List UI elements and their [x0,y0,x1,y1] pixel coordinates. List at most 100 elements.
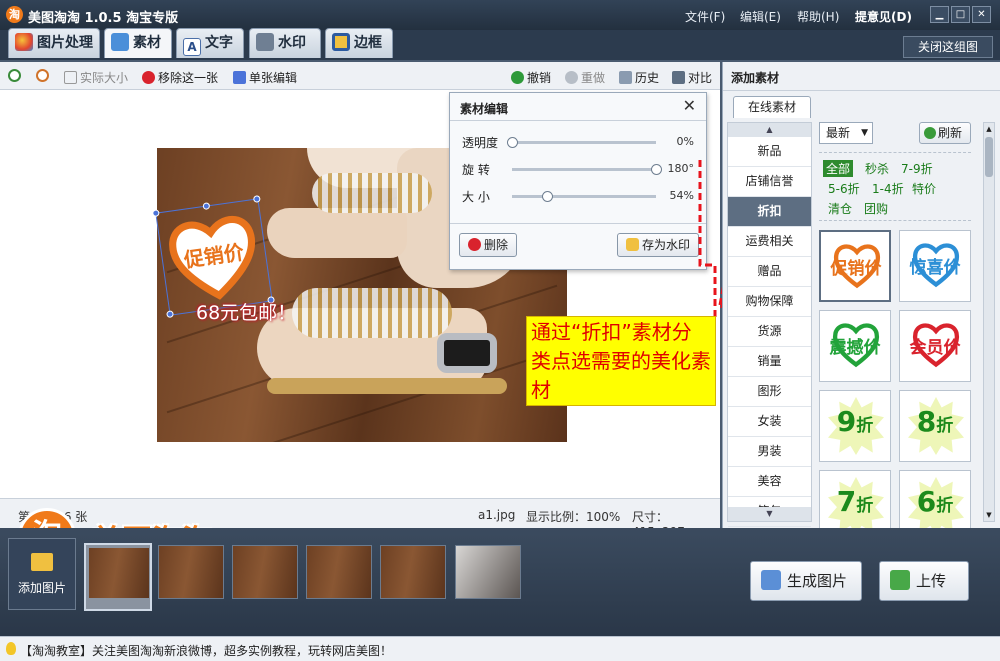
category-item[interactable]: 购物保障 [728,287,811,317]
scroll-up-icon[interactable]: ▲ [728,123,811,137]
compare-button[interactable]: 对比 [672,69,712,86]
scroll-down-icon[interactable]: ▼ [728,507,811,521]
tab-text[interactable]: A 文字 [176,28,244,58]
category-list: ▲ 新品店铺信誉折扣运费相关赠品购物保障货源销量图形女装男装美容箱包 ▼ [727,122,812,527]
category-item[interactable]: 美容 [728,467,811,497]
category-item[interactable]: 店铺信誉 [728,167,811,197]
slider-knob[interactable] [651,164,662,175]
sticker-word: 促销价 [830,259,882,279]
category-item[interactable]: 男装 [728,437,811,467]
upload-button[interactable]: 上传 [879,561,969,601]
redo-button[interactable]: 重做 [565,69,605,86]
promo-text-overlay[interactable]: 68元包邮！ [196,298,296,325]
thumbnail[interactable] [455,545,521,599]
tab-border[interactable]: 边框 [325,28,393,58]
delete-button[interactable]: 删除 [459,233,518,257]
thumbnail[interactable] [158,545,224,599]
category-item[interactable]: 货源 [728,317,811,347]
compare-label: 对比 [688,71,713,85]
discount-number: 9折 [820,405,890,438]
category-item[interactable]: 图形 [728,377,811,407]
category-item[interactable]: 折扣 [728,197,811,227]
discount-digit: 8 [916,405,937,438]
category-item[interactable]: 运费相关 [728,227,811,257]
remove-one-button[interactable]: 移除这一张 [142,69,218,86]
size-slider[interactable] [512,191,656,202]
sticker-thumbnail[interactable]: 促销价 [819,230,891,302]
discount-unit: 折 [856,496,874,516]
category-item[interactable]: 销量 [728,347,811,377]
compare-icon [672,71,685,84]
filter-clearance[interactable]: 清仓 [828,200,852,217]
generate-image-button[interactable]: 生成图片 [750,561,862,601]
close-group-button[interactable]: 关闭这组图 [903,36,993,58]
maximize-button[interactable]: □ [951,6,970,23]
watermark-icon [256,33,274,51]
thumbnail[interactable] [380,545,446,599]
slider-knob[interactable] [507,137,518,148]
app-title: 美图淘淘 1.0.5 淘宝专版 [28,11,179,26]
app-logo-icon: 淘 [6,6,23,23]
filter-special-price[interactable]: 特价 [912,180,936,197]
tab-watermark[interactable]: 水印 [249,28,321,58]
tab-online-material[interactable]: 在线素材 [733,96,811,118]
undo-icon [511,71,524,84]
category-item[interactable]: 赠品 [728,257,811,287]
discount-number: 8折 [900,405,970,438]
tab-label: 边框 [354,35,382,51]
slider-knob[interactable] [541,191,553,202]
filter-7-9[interactable]: 7-9折 [901,160,933,177]
menu-edit[interactable]: 编辑(E) [740,8,781,25]
delete-label: 删除 [484,238,509,252]
filter-group-buy[interactable]: 团购 [864,200,888,217]
filter-all[interactable]: 全部 [823,160,854,177]
sort-dropdown[interactable]: 最新 ▼ [819,122,873,144]
add-image-button[interactable]: 添加图片 [8,538,76,610]
zoom-out-icon[interactable] [36,69,52,83]
sticker-scrollbar[interactable]: ▲ ▼ [983,122,995,522]
close-icon[interactable]: ✕ [683,96,696,115]
thumbnail[interactable] [306,545,372,599]
menu-feedback[interactable]: 提意见(D) [855,8,912,25]
category-item[interactable]: 女装 [728,407,811,437]
scroll-thumb[interactable] [985,137,993,177]
tab-material[interactable]: 素材 [104,28,172,58]
thumbnail[interactable] [84,543,152,611]
scroll-up-icon[interactable]: ▲ [984,123,994,135]
filter-flash-sale[interactable]: 秒杀 [865,160,889,177]
actual-size-button[interactable]: 实际大小 [64,69,128,86]
category-item[interactable]: 新品 [728,137,811,167]
thumbnail[interactable] [232,545,298,599]
tab-label: 文字 [205,35,233,51]
history-button[interactable]: 历史 [619,69,659,86]
scroll-down-icon[interactable]: ▼ [984,509,994,521]
upload-label: 上传 [916,572,947,590]
save-as-watermark-button[interactable]: 存为水印 [617,233,700,257]
sticker-thumbnail[interactable]: 震撼价 [819,310,891,382]
menu-help[interactable]: 帮助(H) [797,8,839,25]
close-window-button[interactable]: ✕ [972,6,991,23]
menu-file[interactable]: 文件(F) [685,8,725,25]
opacity-value: 0% [676,135,694,148]
sticker-thumbnail[interactable]: 会员价 [899,310,971,382]
status-zoom-ratio: 显示比例：100% [526,510,621,524]
sticker-word: 惊喜价 [909,258,961,278]
sticker-thumbnail[interactable]: 8折 [899,390,971,462]
rotate-slider[interactable] [512,164,662,175]
opacity-label: 透明度 [462,136,499,150]
sticker-thumbnail[interactable]: 9折 [819,390,891,462]
filter-1-4[interactable]: 1-4折 [872,180,904,197]
discount-unit: 折 [936,496,954,516]
single-edit-button[interactable]: 单张编辑 [233,69,297,86]
sticker-thumbnail[interactable]: 惊喜价 [899,230,971,302]
undo-button[interactable]: 撤销 [511,69,551,86]
tab-image-processing[interactable]: 图片处理 [8,28,100,58]
refresh-button[interactable]: 刷新 [919,122,971,144]
minimize-button[interactable]: ▁ [930,6,949,23]
filter-5-6[interactable]: 5-6折 [828,180,860,197]
zoom-in-icon[interactable] [8,69,24,83]
opacity-slider[interactable] [507,137,656,148]
rotate-value: 180° [667,162,695,175]
sticker-word: 震撼价 [829,338,881,358]
tip-text[interactable]: 【淘淘教室】关注美图淘淘新浪微博，超多实例教程，玩转网店美图！ [20,642,392,659]
